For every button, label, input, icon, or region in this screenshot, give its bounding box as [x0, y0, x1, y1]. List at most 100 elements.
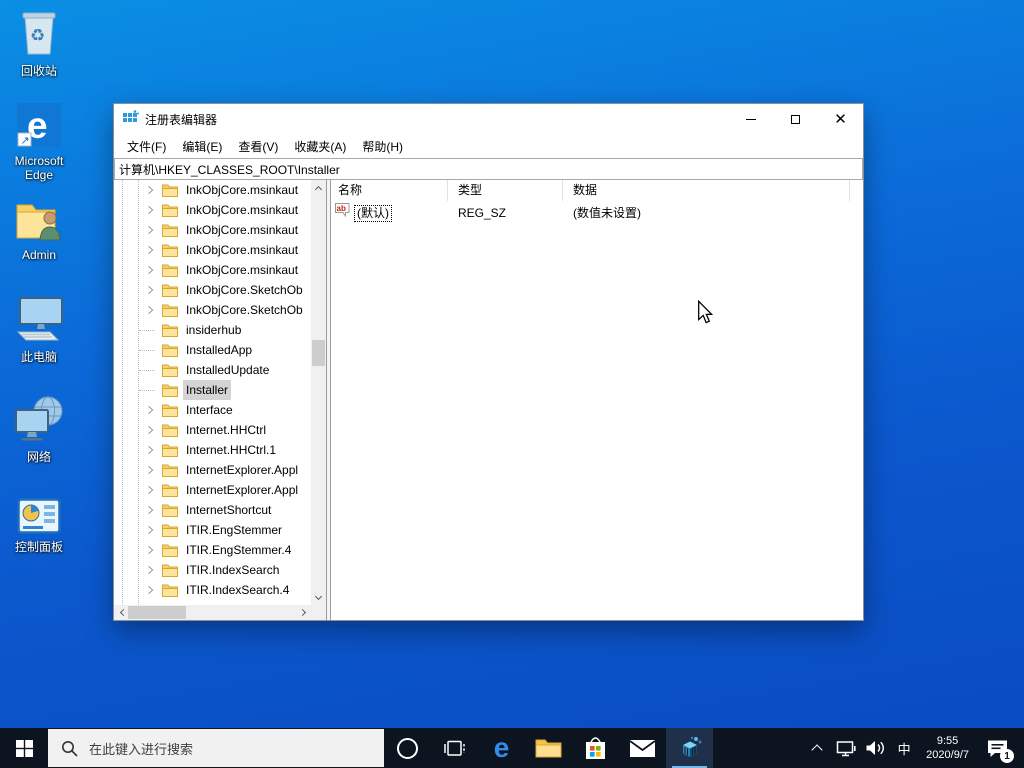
taskbar-store-button[interactable] [572, 728, 619, 768]
tree-item[interactable]: InternetExplorer.Appl [114, 480, 311, 500]
tree-item-label: InstalledUpdate [186, 363, 270, 377]
tree-item-label: ITIR.IndexSearch [186, 563, 280, 577]
registry-editor-window: 注册表编辑器 ✕ 文件(F) 编辑(E) 查看(V) 收藏夹(A) 帮助(H) … [113, 103, 864, 621]
network-icon [12, 394, 66, 447]
tree-item[interactable]: ITIR.EngStemmer [114, 520, 311, 540]
tree-item-label: InkObjCore.msinkaut [186, 183, 299, 197]
tree-item-label: InkObjCore.msinkaut [186, 243, 299, 257]
tree-item[interactable]: ITIR.EngStemmer.4 [114, 540, 311, 560]
desktop-icon-network[interactable]: 网络 [2, 394, 76, 464]
tree-viewport: InkObjCore.msinkaut InkObjCore.msinkaut … [114, 180, 311, 605]
tray-network-button[interactable] [835, 728, 857, 768]
cortana-button[interactable] [384, 728, 431, 768]
tree-item[interactable]: InkObjCore.msinkaut [114, 260, 311, 280]
menu-favorites[interactable]: 收藏夹(A) [286, 135, 354, 158]
task-view-button[interactable] [431, 728, 478, 768]
tree-item[interactable]: insiderhub [114, 320, 311, 340]
desktop-icon-admin[interactable]: Admin [2, 200, 76, 262]
expand-chevron-icon[interactable] [144, 525, 154, 535]
close-button[interactable]: ✕ [818, 104, 863, 135]
tree-item[interactable]: InkObjCore.SketchOb [114, 280, 311, 300]
svg-text:♻: ♻ [30, 26, 45, 45]
desktop-icon-microsoft-edge[interactable]: e ↗ Microsoft Edge [2, 102, 76, 182]
registry-value-row[interactable]: ab (默认) REG_SZ (数值未设置) [331, 203, 863, 223]
minimize-button[interactable] [728, 104, 773, 135]
tree-item[interactable]: InkObjCore.msinkaut [114, 220, 311, 240]
tree-item[interactable]: Internet.HHCtrl.1 [114, 440, 311, 460]
tree-vertical-scrollbar[interactable] [311, 180, 326, 605]
taskbar-regedit-button[interactable] [666, 728, 713, 768]
tree-item[interactable]: InkObjCore.msinkaut [114, 180, 311, 200]
tree-item[interactable]: Installer [114, 380, 311, 400]
desktop-icon-control-panel[interactable]: 控制面板 [2, 498, 76, 554]
taskbar: 在此键入进行搜索 e 中 9:55 2020/9/7 1 [0, 728, 1024, 768]
tree-item-label: ITIR.EngStemmer [186, 523, 283, 537]
scroll-up-icon[interactable] [311, 180, 326, 195]
desktop-icon-label: Admin [21, 248, 56, 262]
menu-help[interactable]: 帮助(H) [354, 135, 411, 158]
expand-chevron-icon[interactable] [144, 465, 154, 475]
tree-item[interactable]: InternetShortcut [114, 500, 311, 520]
tree-horizontal-scrollbar[interactable] [114, 605, 311, 620]
titlebar[interactable]: 注册表编辑器 ✕ [114, 104, 863, 135]
desktop-icon-recycle-bin[interactable]: ♻ 回收站 [2, 8, 76, 78]
expand-chevron-icon[interactable] [144, 305, 154, 315]
expand-chevron-icon[interactable] [144, 425, 154, 435]
taskbar-mail-button[interactable] [619, 728, 666, 768]
column-header-name[interactable]: 名称 [331, 180, 448, 201]
expand-chevron-icon[interactable] [144, 545, 154, 555]
menu-file[interactable]: 文件(F) [119, 135, 174, 158]
expand-chevron-icon[interactable] [144, 245, 154, 255]
expand-chevron-icon[interactable] [144, 565, 154, 575]
expand-chevron-icon[interactable] [144, 485, 154, 495]
horizontal-scroll-thumb[interactable] [128, 606, 186, 619]
tray-volume-button[interactable] [864, 728, 886, 768]
tree-item[interactable]: ITIR.IndexSearch.4 [114, 580, 311, 600]
control-panel-icon [17, 498, 61, 537]
tree-item[interactable]: InstalledApp [114, 340, 311, 360]
address-bar[interactable]: 计算机\HKEY_CLASSES_ROOT\Installer [114, 158, 863, 180]
expand-chevron-icon[interactable] [144, 505, 154, 515]
taskbar-search-input[interactable]: 在此键入进行搜索 [48, 729, 384, 767]
tree-item[interactable]: Interface [114, 400, 311, 420]
tree-item[interactable]: ITIR.IndexSearch [114, 560, 311, 580]
task-view-icon [444, 740, 465, 756]
regedit-app-icon [123, 110, 139, 129]
tree-item[interactable]: InstalledUpdate [114, 360, 311, 380]
tray-overflow-button[interactable] [806, 728, 828, 768]
expand-chevron-icon[interactable] [144, 185, 154, 195]
tree-item[interactable]: InkObjCore.msinkaut [114, 240, 311, 260]
expand-chevron-icon[interactable] [144, 225, 154, 235]
tray-clock[interactable]: 9:55 2020/9/7 [922, 728, 973, 768]
taskbar-file-explorer-button[interactable] [525, 728, 572, 768]
tree-item-label: InstalledApp [186, 343, 253, 357]
desktop: ♻ 回收站 e ↗ Microsoft Edge Admin 此电脑 网络 控制… [0, 0, 1024, 768]
scroll-right-icon[interactable] [296, 605, 311, 620]
expand-chevron-icon[interactable] [144, 405, 154, 415]
expand-chevron-icon[interactable] [144, 205, 154, 215]
tree-connector [139, 370, 155, 371]
expand-chevron-icon[interactable] [144, 585, 154, 595]
start-button[interactable] [0, 728, 48, 768]
menu-view[interactable]: 查看(V) [230, 135, 286, 158]
admin-folder-icon [14, 200, 64, 245]
tray-ime-indicator[interactable]: 中 [893, 728, 915, 768]
menu-edit[interactable]: 编辑(E) [174, 135, 230, 158]
column-header-data[interactable]: 数据 [563, 180, 850, 201]
taskbar-edge-button[interactable]: e [478, 728, 525, 768]
tree-item[interactable]: InkObjCore.SketchOb [114, 300, 311, 320]
scroll-left-icon[interactable] [114, 605, 129, 620]
search-placeholder: 在此键入进行搜索 [89, 741, 194, 757]
expand-chevron-icon[interactable] [144, 265, 154, 275]
expand-chevron-icon[interactable] [144, 285, 154, 295]
column-header-type[interactable]: 类型 [448, 180, 563, 201]
desktop-icon-this-pc[interactable]: 此电脑 [2, 296, 76, 364]
action-center-button[interactable]: 1 [980, 728, 1014, 768]
maximize-button[interactable] [773, 104, 818, 135]
vertical-scroll-thumb[interactable] [312, 340, 325, 366]
scroll-down-icon[interactable] [311, 590, 326, 605]
tree-item[interactable]: InternetExplorer.Appl [114, 460, 311, 480]
tree-item[interactable]: InkObjCore.msinkaut [114, 200, 311, 220]
expand-chevron-icon[interactable] [144, 445, 154, 455]
tree-item[interactable]: Internet.HHCtrl [114, 420, 311, 440]
